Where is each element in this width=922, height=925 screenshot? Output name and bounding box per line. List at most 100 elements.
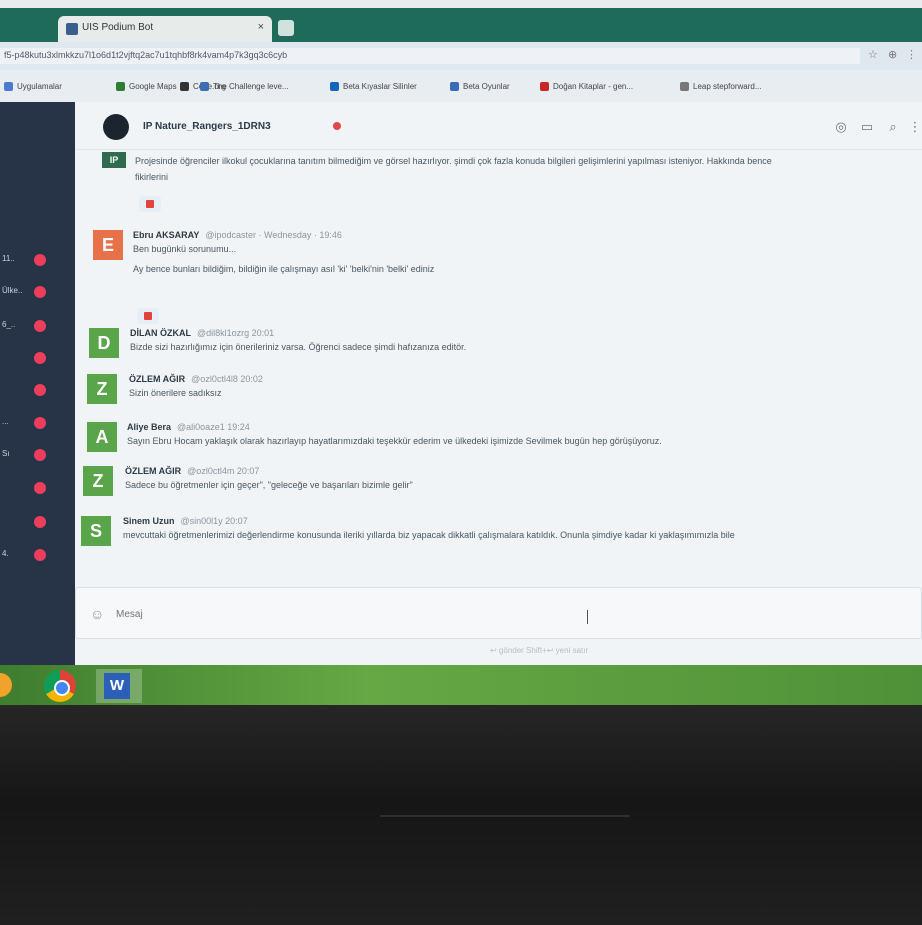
text-caret	[587, 610, 588, 624]
bookmark-favicon-icon	[540, 82, 549, 92]
bookmark-item[interactable]: Leap stepforward...	[680, 82, 762, 92]
bookmark-favicon-icon	[330, 82, 339, 92]
message-text: Ay bence bunları bildiğim, bildiğin ile …	[133, 264, 435, 274]
user-avatar[interactable]: Z	[87, 374, 117, 404]
message-timestamp: @sin00l1y 20:07	[180, 516, 248, 526]
message-composer: ☺	[75, 587, 922, 639]
word-icon: W	[104, 673, 130, 699]
message-timestamp: @ozl0ctl4m 20:07	[187, 466, 260, 476]
reaction-button[interactable]	[139, 196, 161, 212]
message-timestamp: @ipodcaster · Wednesday · 19:46	[205, 230, 342, 240]
unread-badge	[34, 549, 46, 561]
bookmark-label: Leap stepforward...	[693, 82, 762, 91]
composer-hint: ↩ gönder Shift+↩ yeni satır	[490, 646, 589, 655]
author-name: Sinem Uzun	[123, 516, 175, 526]
reaction-button[interactable]	[137, 308, 159, 324]
bookmark-label: Beta Oyunlar	[463, 82, 510, 91]
unread-badge	[34, 352, 46, 364]
star-icon[interactable]: ☆	[868, 48, 882, 62]
url-field[interactable]: f5-p48kutu3xlmkkzu7l1o6d1t2vjftq2ac7u1tq…	[0, 48, 860, 64]
threads-icon[interactable]: ▭	[859, 119, 875, 135]
author-name: Ebru AKSARAY	[133, 230, 200, 240]
bookmark-label: Uygulamalar	[17, 82, 62, 91]
sidebar-channel-item[interactable]	[0, 380, 75, 400]
close-icon[interactable]: ×	[258, 21, 264, 33]
sidebar-item-label: Sı	[2, 449, 10, 458]
message-author[interactable]: Sinem Uzun @sin00l1y 20:07	[123, 516, 248, 526]
bookmark-favicon-icon	[116, 82, 125, 92]
sidebar-channel-item[interactable]	[0, 512, 75, 532]
unread-badge	[34, 320, 46, 332]
bookmark-item[interactable]: Google Maps	[116, 82, 177, 92]
extensions-icon[interactable]: ⊕	[888, 48, 902, 62]
unread-badge	[34, 449, 46, 461]
menu-icon[interactable]: ⋮	[906, 48, 920, 62]
sidebar-item-label: ...	[2, 417, 9, 426]
author-name: Aliye Bera	[127, 422, 172, 432]
sidebar-channel-item[interactable]: 4.	[0, 545, 75, 565]
user-avatar[interactable]: A	[87, 422, 117, 452]
bookmark-label: The Challenge leve...	[213, 82, 289, 91]
message-author[interactable]: DİLAN ÖZKAL @dil8kl1ozrg 20:01	[130, 328, 274, 338]
user-avatar[interactable]: E	[93, 230, 123, 260]
bookmark-favicon-icon	[680, 82, 689, 92]
bookmark-item[interactable]: Beta Kıyaslar Silinler	[330, 82, 417, 92]
message-text: Bizde sizi hazırlığımız için önerilerini…	[130, 342, 467, 352]
message-timestamp: @dil8kl1ozrg 20:01	[197, 328, 275, 338]
bookmark-item[interactable]: Doğan Kitaplar - gen...	[540, 82, 633, 92]
sidebar-channel-item[interactable]: Ülke..	[0, 282, 75, 302]
author-name: DİLAN ÖZKAL	[130, 328, 191, 338]
author-name: ÖZLEM AĞIR	[129, 374, 186, 384]
message-text: Ben bugünkü sorunumu...	[133, 244, 237, 254]
taskbar: W	[0, 665, 922, 705]
sidebar-item-label: 6_..	[2, 320, 16, 329]
bookmark-item[interactable]: The Challenge leve...	[200, 82, 289, 92]
room-name[interactable]: IP Nature_Rangers_1DRN3	[143, 121, 271, 132]
message-author[interactable]: ÖZLEM AĞIR @ozl0ctl4m 20:07	[125, 466, 259, 476]
message-author[interactable]: Aliye Bera @ali0oaze1 19:24	[127, 422, 250, 432]
tab-favicon-icon	[66, 23, 78, 35]
bookmark-favicon-icon	[200, 82, 209, 92]
author-name: ÖZLEM AĞIR	[125, 466, 182, 476]
message-text: Sadece bu öğretmenler için geçer", "gele…	[125, 480, 413, 490]
message-timestamp: @ali0oaze1 19:24	[177, 422, 250, 432]
kebab-menu-icon[interactable]: ⋮	[907, 119, 922, 135]
message-text: Sizin önerilere sadıksız	[129, 388, 222, 398]
user-avatar[interactable]: D	[89, 328, 119, 358]
message-author[interactable]: Ebru AKSARAY @ipodcaster · Wednesday · 19…	[133, 230, 342, 240]
sidebar-channel-item[interactable]: ...	[0, 413, 75, 433]
message-input[interactable]	[116, 602, 856, 626]
bookmark-favicon-icon	[450, 82, 459, 92]
sidebar: 11.. Ülke.. 6_..... Sı 4.	[0, 102, 75, 665]
chrome-icon[interactable]	[44, 670, 76, 702]
sidebar-channel-item[interactable]	[0, 348, 75, 368]
sidebar-channel-item[interactable]: 11..	[0, 250, 75, 270]
sidebar-channel-item[interactable]: 6_..	[0, 316, 75, 336]
bookmark-item[interactable]: Beta Oyunlar	[450, 82, 510, 92]
message-text: Projesinde öğrenciler ilkokul çocukların…	[135, 156, 772, 166]
room-status-dot	[333, 122, 341, 130]
call-icon[interactable]: ◎	[833, 119, 849, 135]
bezel-reflection	[380, 815, 630, 817]
search-icon[interactable]: ⌕	[885, 119, 901, 135]
user-avatar[interactable]: S	[81, 516, 111, 546]
word-taskbar-button[interactable]: W	[96, 669, 142, 703]
message-text: Sayın Ebru Hocam yaklaşık olarak hazırla…	[127, 436, 662, 446]
monitor-bezel	[0, 705, 922, 925]
user-avatar[interactable]: Z	[83, 466, 113, 496]
message-text: fikirlerini	[135, 172, 169, 182]
sidebar-channel-item[interactable]: Sı	[0, 445, 75, 465]
browser-tab[interactable]: UIS Podium Bot ×	[58, 16, 272, 42]
tab-title: UIS Podium Bot	[82, 22, 154, 33]
bookmarks-bar: Uygulamalar Google Maps Code.org The Challe…	[0, 70, 922, 102]
address-bar: f5-p48kutu3xlmkkzu7l1o6d1t2vjftq2ac7u1tq…	[0, 42, 922, 70]
bookmark-item[interactable]: Uygulamalar	[4, 82, 62, 92]
room-avatar[interactable]	[103, 114, 129, 140]
message-timestamp: @ozl0ctl4l8 20:02	[191, 374, 263, 384]
new-tab-button[interactable]	[278, 20, 294, 36]
emoji-icon[interactable]: ☺	[90, 606, 106, 622]
taskbar-app-icon[interactable]	[0, 673, 12, 697]
user-avatar[interactable]: IP	[102, 152, 126, 168]
sidebar-channel-item[interactable]	[0, 478, 75, 498]
message-author[interactable]: ÖZLEM AĞIR @ozl0ctl4l8 20:02	[129, 374, 263, 384]
